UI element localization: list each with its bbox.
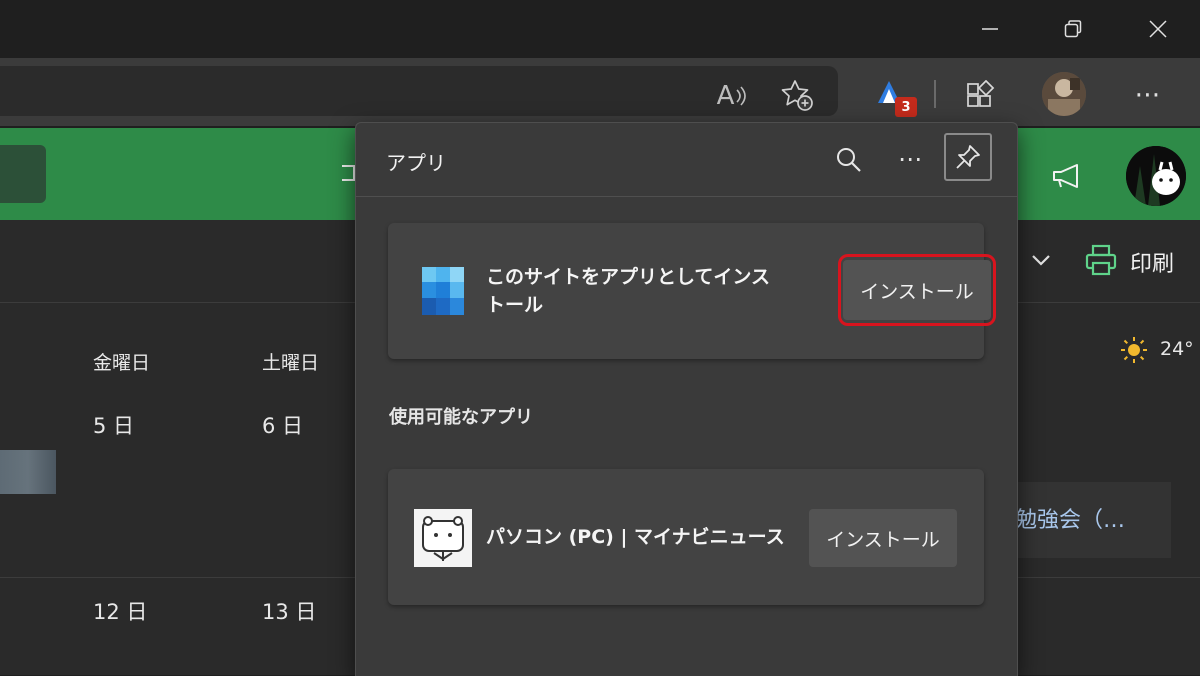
star-add-icon: [781, 80, 813, 111]
panel-pin-button[interactable]: [944, 133, 992, 181]
avatar-photo-icon: [1042, 72, 1086, 116]
settings-more-button[interactable]: ⋯: [1126, 76, 1170, 114]
chevron-down-icon: [1032, 255, 1050, 266]
available-app-install-button[interactable]: インストール: [809, 509, 957, 567]
site-app-icon: [420, 265, 466, 317]
cactus-avatar-icon: [1126, 146, 1186, 206]
more-icon: ⋯: [898, 145, 922, 173]
pin-icon: [956, 145, 980, 169]
weather-temperature: 24°: [1160, 338, 1194, 360]
more-icon: ⋯: [1134, 80, 1162, 110]
apps-flyout-panel: アプリ ⋯ このサイトをアプリとしてインス トール インストール 使用可能なアプ…: [355, 122, 1018, 676]
restore-button[interactable]: [1045, 0, 1101, 58]
profile-avatar[interactable]: [1042, 72, 1086, 116]
available-app-name: パソコン (PC) | マイナビニュース: [486, 526, 785, 548]
print-icon-wrap[interactable]: [1084, 243, 1118, 277]
install-site-text-line2: トール: [486, 294, 544, 316]
date-cell-13[interactable]: 13 日: [262, 596, 316, 626]
calendar-event-title: 勉強会（…: [1015, 508, 1126, 533]
search-icon: [837, 148, 861, 172]
close-window-button[interactable]: [1130, 0, 1186, 58]
install-site-text: このサイトをアプリとしてインス トール: [486, 263, 786, 319]
panel-search-button[interactable]: [834, 145, 866, 177]
minimize-icon: [982, 28, 998, 30]
highlight-annotation: [838, 254, 996, 326]
mynavi-app-icon: [414, 509, 472, 567]
restore-icon: [1064, 20, 1082, 38]
date-cell-12[interactable]: 12 日: [93, 596, 147, 626]
day-header-saturday: 土曜日: [262, 352, 320, 374]
install-site-card: このサイトをアプリとしてインス トール インストール: [388, 223, 996, 359]
megaphone-icon: [1053, 164, 1078, 188]
site-app-icon-graphic: [422, 267, 464, 315]
panel-divider: [356, 196, 1017, 197]
printer-icon: [1085, 244, 1117, 276]
panel-more-button[interactable]: ⋯: [892, 143, 928, 175]
date-cell-6[interactable]: 6 日: [262, 410, 303, 440]
install-site-text-line1: このサイトをアプリとしてインス: [486, 266, 771, 288]
collections-button[interactable]: [960, 76, 1000, 114]
extension-badge: 3: [895, 97, 917, 117]
weather-icon-wrap: [1120, 336, 1148, 364]
add-favorite-button[interactable]: [778, 76, 816, 114]
announcement-button[interactable]: [1050, 160, 1086, 192]
sun-icon: [1121, 337, 1147, 363]
panel-title: アプリ: [386, 151, 446, 175]
apps-icon: [967, 80, 995, 107]
close-icon: [1149, 20, 1167, 38]
available-app-card: パソコン (PC) | マイナビニュース インストール: [388, 469, 984, 605]
day-header-friday: 金曜日: [93, 352, 151, 374]
print-button[interactable]: 印刷: [1130, 246, 1174, 278]
browser-toolbar: [0, 58, 1200, 126]
mascot-icon: [414, 509, 472, 567]
dropdown-button[interactable]: [1030, 250, 1052, 270]
site-user-avatar[interactable]: [1126, 146, 1186, 206]
blurred-event[interactable]: [0, 450, 56, 494]
read-aloud-icon: A: [716, 81, 735, 111]
read-aloud-button[interactable]: A: [712, 78, 752, 114]
date-cell-5[interactable]: 5 日: [93, 410, 134, 440]
available-apps-heading: 使用可能なアプリ: [389, 407, 533, 428]
sound-wave-icon: [736, 86, 747, 106]
site-search-box[interactable]: [0, 145, 46, 203]
toolbar-separator: [934, 80, 936, 108]
title-bar: [0, 0, 1200, 58]
minimize-button[interactable]: [962, 0, 1018, 58]
